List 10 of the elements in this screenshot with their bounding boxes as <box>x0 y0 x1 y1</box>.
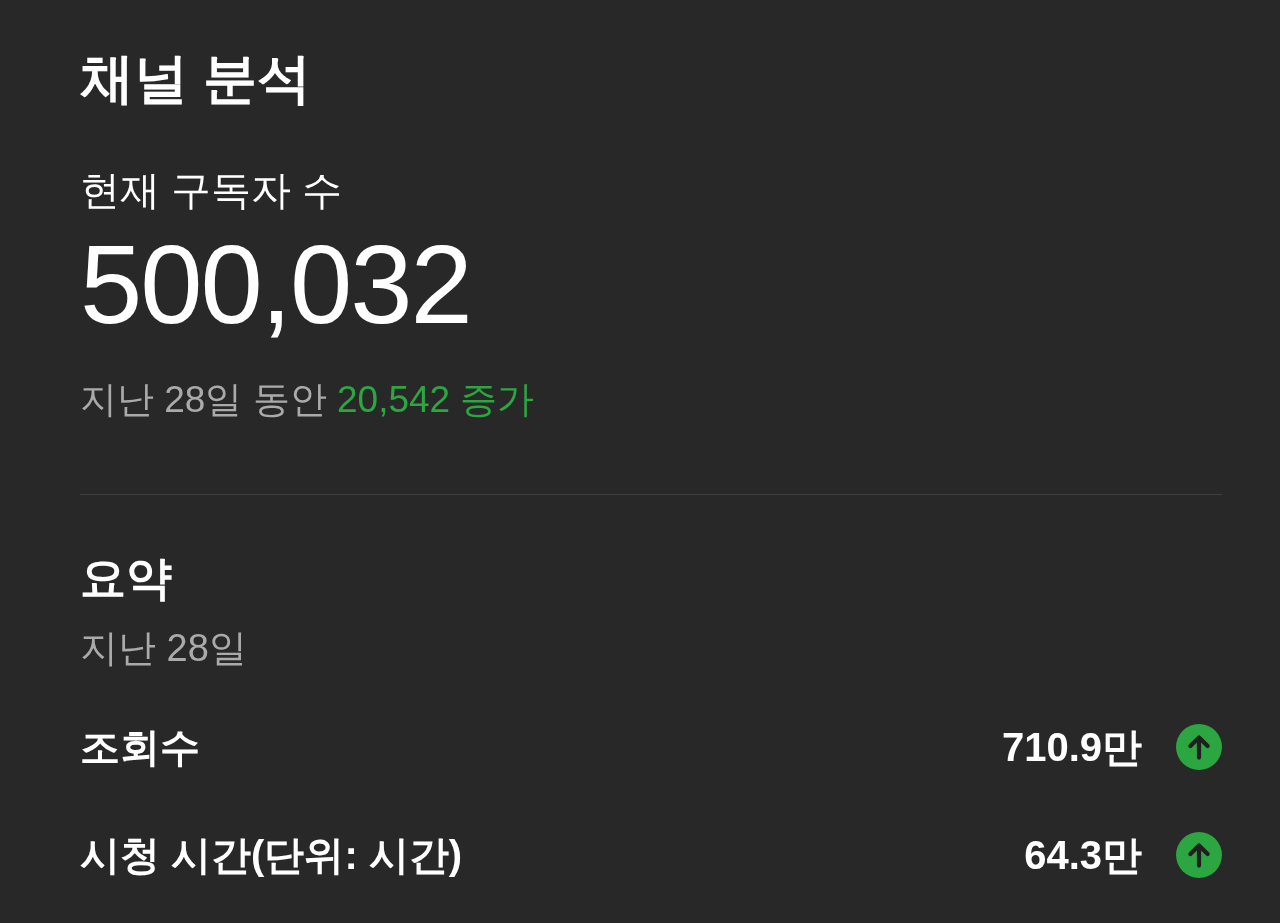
subscriber-count: 500,032 <box>80 221 471 349</box>
subscriber-change-text: 지난 28일 동안 20,542 증가 <box>80 378 535 422</box>
metric-label: 조회수 <box>80 724 200 771</box>
summary-title: 요약 <box>80 551 172 606</box>
metric-label: 시청 시간(단위: 시간) <box>80 832 463 879</box>
summary-period: 지난 28일 <box>80 626 247 671</box>
metric-value: 710.9만 <box>1001 724 1142 771</box>
card-title: 채널 분석 <box>80 47 311 110</box>
metric-value: 64.3만 <box>1024 832 1142 879</box>
subscriber-label: 현재 구독자 수 <box>80 167 343 214</box>
